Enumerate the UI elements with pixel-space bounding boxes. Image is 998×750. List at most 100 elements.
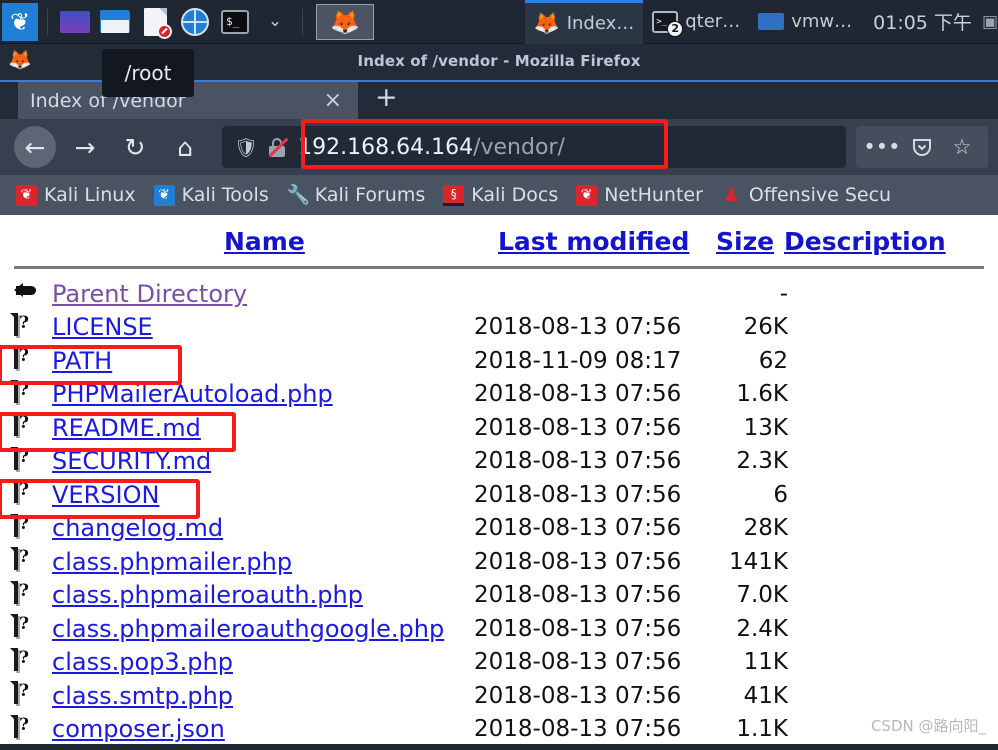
desktop-taskbar: ❦ $_ ⌄ 🦊 🦊 Index… >_ 2 qter… vmw… 01:05 … bbox=[0, 0, 998, 44]
bookmark-kali-linux-label: Kali Linux bbox=[44, 184, 136, 206]
terminal-window-count: 2 bbox=[667, 20, 684, 37]
file-last-modified: 2018-08-13 07:56 bbox=[474, 615, 682, 642]
table-row: ? SECURITY.md 2018-08-13 07:56 2.3K bbox=[0, 445, 998, 479]
pocket-icon[interactable] bbox=[902, 127, 942, 167]
taskbar-window-firefox[interactable]: 🦊 Index… bbox=[524, 0, 644, 44]
taskbar-window-terminal[interactable]: >_ 2 qter… bbox=[643, 0, 749, 44]
file-link[interactable]: PATH bbox=[52, 347, 112, 375]
file-size: 1.6K bbox=[736, 381, 788, 408]
bookmark-kali-forums[interactable]: 🔧 Kali Forums bbox=[287, 184, 426, 206]
taskbar-window-terminal-label: qter… bbox=[685, 11, 741, 32]
table-row: ? PHPMailerAutoload.php 2018-08-13 07:56 1.… bbox=[0, 378, 998, 412]
column-header-last-modified[interactable]: Last modified bbox=[498, 227, 689, 256]
bookmarks-bar: ❦ Kali Linux ❦ Kali Tools 🔧 Kali Forums … bbox=[0, 175, 998, 215]
bookmark-nethunter[interactable]: ❦ NetHunter bbox=[576, 184, 703, 206]
bookmark-kali-docs[interactable]: § Kali Docs bbox=[443, 184, 558, 206]
file-link[interactable]: class.phpmaileroauthgoogle.php bbox=[52, 615, 444, 643]
browser-globe-icon[interactable] bbox=[176, 3, 214, 41]
nethunter-icon: ❦ bbox=[576, 184, 598, 206]
table-row: ? README.md 2018-08-13 07:56 13K bbox=[0, 411, 998, 445]
file-link[interactable]: composer.json bbox=[52, 715, 225, 743]
file-link[interactable]: SECURITY.md bbox=[52, 447, 211, 475]
taskbar-window-firefox-label: Index… bbox=[566, 12, 635, 34]
tray-icon[interactable]: ▣ bbox=[982, 12, 998, 32]
kali-menu-icon[interactable]: ❦ bbox=[1, 2, 39, 41]
file-last-modified: 2018-08-13 07:56 bbox=[474, 414, 682, 441]
file-link[interactable]: Parent Directory bbox=[52, 280, 247, 308]
unknown-file-icon: ? bbox=[14, 312, 40, 341]
kali-dragon-glyph: ❦ bbox=[2, 2, 38, 41]
taskbar-separator-1 bbox=[47, 8, 48, 35]
bookmark-offensive-security-label: Offensive Secu bbox=[748, 184, 892, 206]
url-host-text: 192.168.64.164 bbox=[298, 134, 474, 160]
folder-icon bbox=[758, 13, 785, 30]
table-row: ? VERSION 2018-08-13 07:56 6 bbox=[0, 478, 998, 512]
bookmark-kali-linux[interactable]: ❦ Kali Linux bbox=[16, 184, 136, 206]
new-tab-button[interactable]: + bbox=[375, 84, 398, 111]
back-button[interactable]: ← bbox=[14, 126, 56, 168]
table-row: ? class.pop3.php 2018-08-13 07:56 11K bbox=[0, 646, 998, 680]
table-row: ? class.phpmaileroauthgoogle.php 2018-08-1… bbox=[0, 612, 998, 646]
broken-lock-icon[interactable] bbox=[268, 137, 289, 157]
taskbar-separator-2 bbox=[302, 8, 303, 35]
page-actions-menu-icon[interactable]: ••• bbox=[862, 127, 902, 167]
column-header-name[interactable]: Name bbox=[224, 227, 305, 256]
firefox-glyph: 🦊 bbox=[330, 7, 360, 36]
file-link[interactable]: class.pop3.php bbox=[52, 648, 233, 676]
close-icon[interactable]: × bbox=[324, 89, 342, 113]
file-last-modified: 2018-08-13 07:56 bbox=[474, 314, 682, 341]
bookmark-kali-tools[interactable]: ❦ Kali Tools bbox=[153, 184, 269, 206]
bookmark-kali-tools-label: Kali Tools bbox=[181, 184, 269, 206]
taskbar-window-vmware[interactable]: vmw… bbox=[749, 0, 861, 44]
folder-glyph bbox=[100, 10, 130, 33]
file-link[interactable]: PHPMailerAutoload.php bbox=[52, 380, 333, 408]
unknown-file-icon: ? bbox=[14, 647, 40, 676]
file-link[interactable]: changelog.md bbox=[52, 514, 223, 542]
file-link[interactable]: class.smtp.php bbox=[52, 682, 233, 710]
file-link[interactable]: LICENSE bbox=[52, 313, 153, 341]
terminal-glyph: $_ bbox=[221, 9, 249, 34]
file-link[interactable]: VERSION bbox=[52, 481, 159, 509]
kali-dragon-icon: ❦ bbox=[16, 184, 37, 206]
table-row: ? composer.json 2018-08-13 07:56 1.1K bbox=[0, 713, 998, 747]
browser-navigation-bar: ← → ↻ ⌂ 🛡 192.168.64.164 /vendor/ ••• ☆ bbox=[0, 119, 998, 175]
directory-listing-header: Name Last modified Size Description bbox=[0, 215, 998, 263]
home-button[interactable]: ⌂ bbox=[164, 126, 206, 168]
chevron-down-icon[interactable]: ⌄ bbox=[256, 3, 294, 41]
chevron-glyph: ⌄ bbox=[267, 11, 283, 31]
bookmark-star-icon[interactable]: ☆ bbox=[942, 127, 982, 167]
terminal-icon[interactable]: $_ bbox=[216, 3, 254, 41]
file-size: 7.0K bbox=[736, 582, 788, 609]
file-size: - bbox=[779, 280, 788, 307]
file-link[interactable]: class.phpmaileroauth.php bbox=[52, 581, 363, 609]
url-path-text: /vendor/ bbox=[473, 134, 565, 160]
column-header-description[interactable]: Description bbox=[784, 227, 946, 256]
file-size: 28K bbox=[743, 515, 788, 542]
firefox-icon: 🦊 bbox=[533, 10, 560, 35]
file-link[interactable]: class.phpmailer.php bbox=[52, 548, 292, 576]
file-size: 141K bbox=[729, 548, 788, 575]
text-editor-icon[interactable] bbox=[136, 3, 174, 41]
wrench-icon: 🔧 bbox=[286, 183, 311, 206]
table-row: ? PATH 2018-11-09 08:17 62 bbox=[0, 344, 998, 378]
files-icon[interactable] bbox=[56, 3, 94, 41]
files-glyph bbox=[60, 10, 90, 33]
firefox-launcher-icon[interactable]: 🦊 bbox=[316, 3, 374, 40]
reload-button[interactable]: ↻ bbox=[114, 126, 156, 168]
bookmark-nethunter-label: NetHunter bbox=[604, 184, 703, 206]
unknown-file-icon: ? bbox=[14, 480, 40, 508]
forward-button[interactable]: → bbox=[64, 126, 106, 168]
file-link[interactable]: README.md bbox=[52, 414, 201, 442]
taskbar-clock[interactable]: 01:05 下午 bbox=[873, 8, 972, 35]
folder-icon[interactable] bbox=[96, 3, 134, 41]
file-last-modified: 2018-08-13 07:56 bbox=[474, 649, 682, 676]
file-last-modified: 2018-08-13 07:56 bbox=[474, 548, 682, 575]
file-size: 26K bbox=[743, 314, 788, 341]
unknown-file-icon: ? bbox=[14, 580, 40, 609]
bookmark-offensive-security[interactable]: ♟ Offensive Secu bbox=[721, 184, 891, 206]
url-bar[interactable]: 🛡 192.168.64.164 /vendor/ bbox=[222, 126, 846, 168]
column-header-size[interactable]: Size bbox=[716, 227, 774, 256]
file-size: 11K bbox=[743, 649, 788, 676]
shield-icon[interactable]: 🛡 bbox=[234, 136, 258, 159]
file-size: 1.1K bbox=[736, 716, 788, 743]
